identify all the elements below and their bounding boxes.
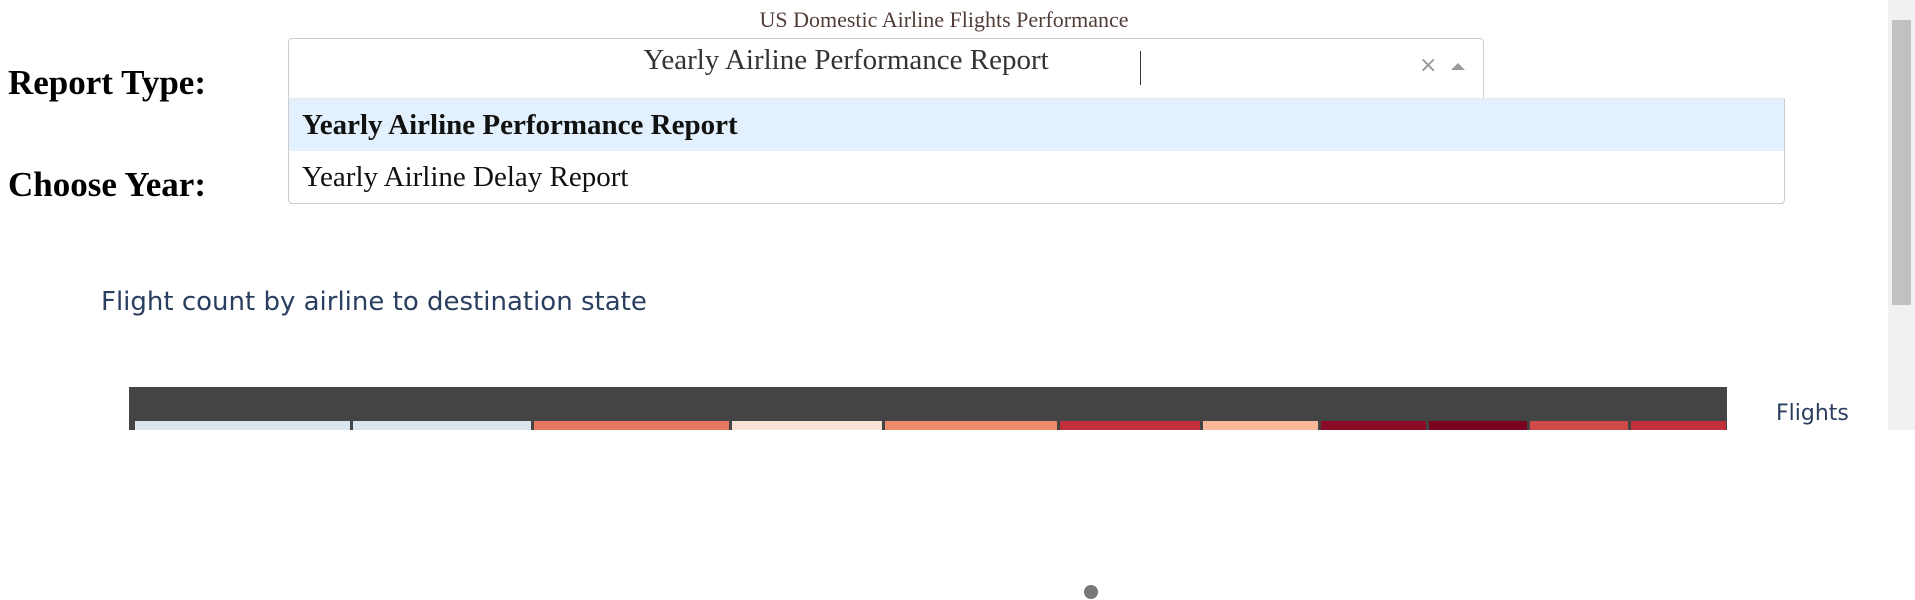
colorbar-title: Flights	[1776, 401, 1849, 426]
heatmap-row	[135, 421, 1727, 430]
report-type-dropdown[interactable]: Yearly Airline Performance Report ×	[288, 38, 1484, 98]
page-title: US Domestic Airline Flights Performance	[759, 7, 1129, 32]
text-cursor	[1140, 51, 1141, 85]
heatmap-cell[interactable]	[885, 421, 1057, 430]
option-yearly-airline-performance-report[interactable]: Yearly Airline Performance Report	[289, 99, 1784, 151]
heatmap-cell[interactable]	[1530, 421, 1628, 430]
heatmap-cell[interactable]	[135, 421, 350, 430]
report-type-label: Report Type:	[8, 63, 206, 102]
clear-icon[interactable]: ×	[1419, 53, 1437, 78]
heatmap-cell[interactable]	[1429, 421, 1527, 430]
heatmap-cell[interactable]	[1060, 421, 1200, 430]
loading-indicator-icon	[1084, 585, 1098, 599]
heatmap-cell[interactable]	[1321, 421, 1426, 430]
heatmap-cell[interactable]	[534, 421, 729, 430]
report-type-menu: Yearly Airline Performance Report Yearly…	[288, 98, 1785, 204]
chevron-up-icon[interactable]	[1451, 63, 1465, 70]
heatmap-cell[interactable]	[1631, 421, 1726, 430]
heatmap-plot[interactable]	[129, 387, 1727, 430]
heatmap-cell[interactable]	[1203, 421, 1318, 430]
vertical-scrollbar[interactable]	[1888, 0, 1915, 430]
heatmap-cell[interactable]	[732, 421, 882, 430]
graph-title: Flight count by airline to destination s…	[101, 287, 647, 317]
heatmap-cell[interactable]	[353, 421, 531, 430]
choose-year-label: Choose Year:	[8, 165, 206, 204]
option-yearly-airline-delay-report[interactable]: Yearly Airline Delay Report	[289, 151, 1784, 203]
scrollbar-thumb[interactable]	[1892, 20, 1911, 305]
dashboard-page: US Domestic Airline Flights Performance …	[0, 0, 1915, 600]
report-type-selected-value[interactable]: Yearly Airline Performance Report	[289, 44, 1403, 77]
